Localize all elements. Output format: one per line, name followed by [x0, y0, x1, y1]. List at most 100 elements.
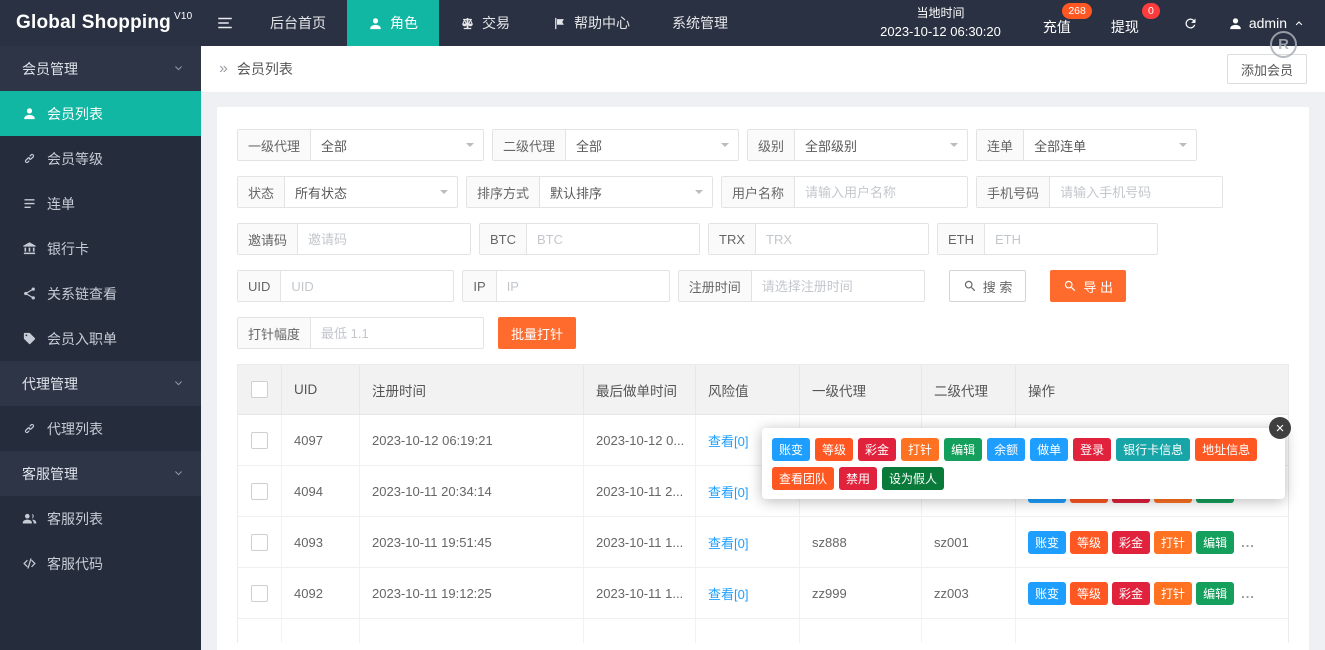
sidebar-item[interactable]: 代理管理 [0, 361, 201, 406]
filter-field[interactable] [311, 318, 483, 348]
filter-select[interactable] [1050, 177, 1222, 207]
filter-label: UID [238, 271, 281, 301]
withdraw-button[interactable]: 提现 0 [1097, 0, 1165, 46]
filter-input[interactable] [281, 271, 453, 301]
sidebar-item[interactable]: 关系链查看 [0, 271, 201, 316]
export-button[interactable]: 导 出 [1050, 270, 1126, 302]
row-checkbox[interactable] [251, 534, 268, 551]
filter-input[interactable] [985, 224, 1157, 254]
topbar-menu-item[interactable]: 帮助中心 [531, 0, 651, 46]
members-table: UID 注册时间 最后做单时间 风险值 一级代理 二级代理 操作 4097 20… [237, 364, 1289, 643]
row-action-button[interactable]: 彩金 [1112, 531, 1150, 554]
filter-select[interactable]: 全部 [311, 130, 483, 160]
filter-field[interactable] [298, 224, 470, 254]
risk-view-link[interactable]: 查看[0] [708, 584, 748, 603]
filter-input[interactable] [756, 224, 928, 254]
popup-action-button[interactable]: 做单 [1030, 438, 1068, 461]
sidebar-item[interactable]: 会员入职单 [0, 316, 201, 361]
batch-inject-button[interactable]: 批量打针 [498, 317, 576, 349]
filter-field[interactable] [756, 224, 928, 254]
sidebar-item-label: 连单 [47, 194, 75, 214]
filter-row-3: 邀请码 BTC [237, 223, 1289, 255]
filter-input[interactable] [1050, 177, 1222, 207]
popup-actions-row-1: 账变 等级 彩金 打针 编辑 余额 做单 登录 银行卡信息 地址信息 [772, 438, 1275, 461]
risk-view-link[interactable]: 查看[0] [708, 482, 748, 501]
close-icon[interactable]: × [1269, 417, 1291, 439]
sidebar-toggle-button[interactable] [201, 0, 249, 46]
sidebar-item[interactable]: 会员列表 [0, 91, 201, 136]
popup-action-button[interactable]: 余额 [987, 438, 1025, 461]
popup-action-button[interactable]: 禁用 [839, 467, 877, 490]
sidebar-item[interactable]: 银行卡 [0, 226, 201, 271]
row-action-button[interactable]: 等级 [1070, 582, 1108, 605]
filter-select[interactable] [795, 177, 967, 207]
topbar-menu: 后台首页 角色 交易 帮助中心 系统管理 [249, 0, 749, 46]
refresh-icon [1183, 16, 1198, 31]
filter-select[interactable]: 全部级别 [795, 130, 967, 160]
filter-label: 状态 [238, 177, 285, 207]
filter-field[interactable] [752, 271, 924, 301]
popup-action-button[interactable]: 彩金 [858, 438, 896, 461]
risk-view-link[interactable]: 查看[0] [708, 431, 748, 450]
sidebar-item-icon [22, 286, 37, 301]
topbar-menu-item[interactable]: 交易 [439, 0, 531, 46]
filter-select[interactable]: 所有状态 [285, 177, 457, 207]
app-logo-text: Global Shopping [16, 12, 171, 34]
filter-field[interactable] [527, 224, 699, 254]
more-actions-button[interactable]: ... [1241, 535, 1255, 550]
popup-action-button[interactable]: 银行卡信息 [1116, 438, 1190, 461]
filter-select[interactable]: 全部 [566, 130, 738, 160]
row-action-button[interactable]: 彩金 [1112, 582, 1150, 605]
row-action-button[interactable]: 编辑 [1196, 531, 1234, 554]
add-member-button[interactable]: 添加会员 [1227, 54, 1307, 84]
sidebar-item[interactable]: 会员等级 [0, 136, 201, 181]
popup-action-button[interactable]: 编辑 [944, 438, 982, 461]
filter-input[interactable] [527, 224, 699, 254]
sidebar-item[interactable]: 客服管理 [0, 451, 201, 496]
popup-action-button[interactable]: 查看团队 [772, 467, 834, 490]
row-action-button[interactable]: 账变 [1028, 582, 1066, 605]
topbar-menu-item[interactable]: 角色 [347, 0, 439, 46]
needle-range-input[interactable] [311, 318, 483, 348]
topbar-menu-item[interactable]: 后台首页 [249, 0, 347, 46]
row-action-button[interactable]: 打针 [1154, 531, 1192, 554]
filter-group: 打针幅度 [237, 317, 484, 349]
risk-view-link[interactable]: 查看[0] [708, 533, 748, 552]
popup-action-button[interactable]: 等级 [815, 438, 853, 461]
popup-action-button[interactable]: 账变 [772, 438, 810, 461]
topbar: Global ShoppingV10 后台首页 角色 交易 帮助中心 [0, 0, 1325, 46]
filter-input[interactable] [298, 224, 470, 254]
row-checkbox[interactable] [251, 585, 268, 602]
filter-group: 连单 全部连单 [976, 129, 1197, 161]
filter-field[interactable] [985, 224, 1157, 254]
recharge-button[interactable]: 充值 268 [1029, 0, 1097, 46]
sidebar-item[interactable]: 客服代码 [0, 541, 201, 586]
sidebar-item[interactable]: 连单 [0, 181, 201, 226]
topbar-menu-item[interactable]: 系统管理 [651, 0, 749, 46]
more-actions-button[interactable]: ... [1241, 586, 1255, 601]
sidebar-item[interactable]: 客服列表 [0, 496, 201, 541]
row-checkbox[interactable] [251, 483, 268, 500]
popup-action-button[interactable]: 地址信息 [1195, 438, 1257, 461]
sidebar-item-icon [22, 151, 37, 166]
select-all-checkbox[interactable] [251, 381, 268, 398]
popup-action-button[interactable]: 设为假人 [882, 467, 944, 490]
sidebar-item[interactable]: 代理列表 [0, 406, 201, 451]
row-action-button[interactable]: 账变 [1028, 531, 1066, 554]
popup-action-button[interactable]: 登录 [1073, 438, 1111, 461]
filter-input[interactable] [497, 271, 669, 301]
row-action-button[interactable]: 等级 [1070, 531, 1108, 554]
row-checkbox[interactable] [251, 432, 268, 449]
filter-field[interactable] [497, 271, 669, 301]
filter-input[interactable] [752, 271, 924, 301]
filter-select[interactable]: 全部连单 [1024, 130, 1196, 160]
row-action-button[interactable]: 打针 [1154, 582, 1192, 605]
popup-action-button[interactable]: 打针 [901, 438, 939, 461]
filter-field[interactable] [281, 271, 453, 301]
search-button[interactable]: 搜 索 [949, 270, 1027, 302]
filter-input[interactable] [795, 177, 967, 207]
refresh-button[interactable] [1165, 0, 1216, 46]
sidebar-item[interactable]: 会员管理 [0, 46, 201, 91]
row-action-button[interactable]: 编辑 [1196, 582, 1234, 605]
filter-select[interactable]: 默认排序 [540, 177, 712, 207]
